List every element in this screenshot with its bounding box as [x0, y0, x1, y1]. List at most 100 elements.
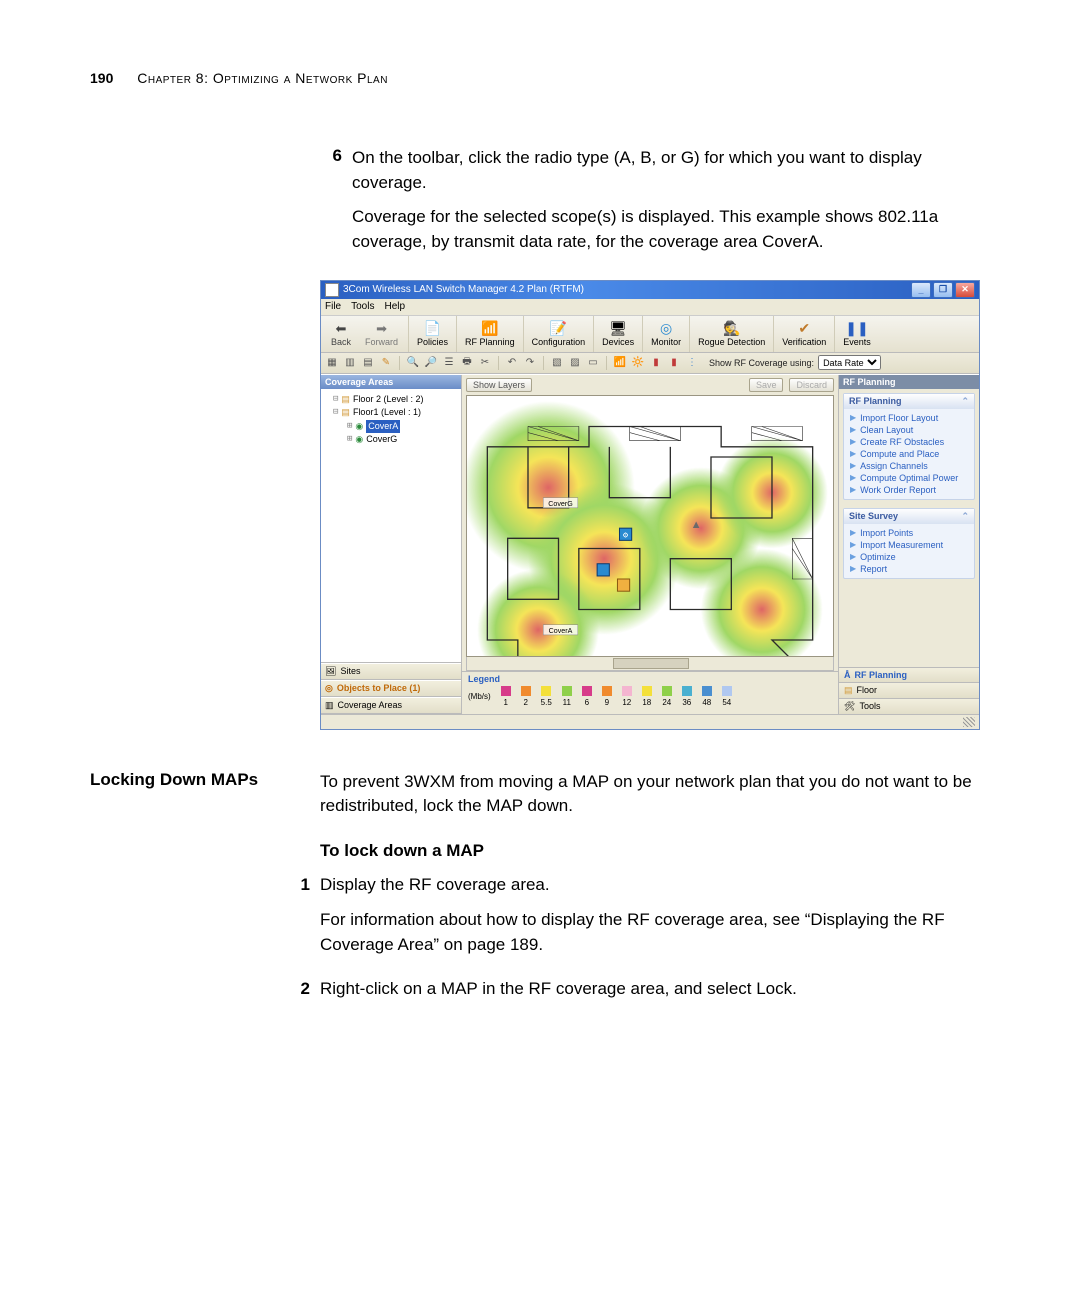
tool-icon[interactable]: 🔆: [631, 356, 645, 370]
tool-icon[interactable]: ▨: [568, 356, 582, 370]
legend-item: 11: [562, 686, 572, 707]
save-button[interactable]: Save: [749, 378, 784, 392]
signal-icon[interactable]: 📶: [613, 356, 627, 370]
right-pane: RF Planning RF Planning⌃ ▶Import Floor L…: [839, 375, 979, 714]
monitor-icon: ◎: [660, 321, 672, 337]
tool-icon[interactable]: ▮: [667, 356, 681, 370]
task-item[interactable]: ▶Work Order Report: [850, 484, 968, 496]
tree-coverA[interactable]: CoverA: [366, 420, 400, 434]
titlebar[interactable]: 3Com Wireless LAN Switch Manager 4.2 Pla…: [321, 281, 979, 299]
tb-configuration[interactable]: 📝Configuration: [524, 316, 595, 352]
tool-icon[interactable]: ▤: [361, 356, 375, 370]
floorplan-canvas[interactable]: ⚙ ▲ CoverG CoverA: [466, 395, 834, 657]
devices-icon: 🖥: [609, 321, 627, 337]
task-item[interactable]: ▶Clean Layout: [850, 424, 968, 436]
tree-floor2[interactable]: Floor 2 (Level : 2): [353, 393, 424, 407]
tb-policies[interactable]: 📄Policies: [409, 316, 457, 352]
floor-icon: ▤: [844, 685, 853, 696]
task-item[interactable]: ▶Report: [850, 563, 968, 575]
step-number: 2: [288, 977, 310, 1002]
minimize-button[interactable]: _: [911, 282, 931, 298]
show-layers-button[interactable]: Show Layers: [466, 378, 532, 392]
legend-item: 12: [622, 686, 632, 707]
resize-grip-icon[interactable]: [963, 717, 975, 727]
nav-back[interactable]: ⬅Back: [331, 321, 351, 347]
task-item[interactable]: ▶Create RF Obstacles: [850, 436, 968, 448]
app-icon: [325, 283, 339, 297]
tool-icon[interactable]: ✂: [478, 356, 492, 370]
collapse-icon[interactable]: ⌃: [961, 396, 969, 407]
task-group-rf: RF Planning⌃ ▶Import Floor Layout▶Clean …: [843, 393, 975, 500]
arrow-icon: ▶: [850, 437, 856, 446]
tb-rf-planning[interactable]: 📶RF Planning: [457, 316, 524, 352]
menu-file[interactable]: File: [325, 301, 341, 312]
maximize-button[interactable]: ❐: [933, 282, 953, 298]
tb-rogue[interactable]: 🕵Rogue Detection: [690, 316, 774, 352]
tool-icon[interactable]: ▥: [343, 356, 357, 370]
arrow-icon: ▶: [850, 425, 856, 434]
tb-verification[interactable]: ✔Verification: [774, 316, 835, 352]
legend-item: 48: [702, 686, 712, 707]
step-number: 1: [288, 873, 310, 898]
menu-help[interactable]: Help: [384, 301, 405, 312]
h-scrollbar[interactable]: [466, 657, 834, 671]
app-window: 3Com Wireless LAN Switch Manager 4.2 Pla…: [320, 280, 980, 730]
rf-icon: Å: [844, 670, 851, 680]
page-header: 190 Chapter 8: Optimizing a Network Plan: [90, 70, 990, 86]
coverage-dropdown[interactable]: Data Rate: [818, 355, 881, 370]
menu-tools[interactable]: Tools: [351, 301, 374, 312]
rtab-tools[interactable]: 🛠Tools: [839, 698, 979, 714]
tool-icon[interactable]: ✎: [379, 356, 393, 370]
legend: Legend (Mb/s) 125.51169121824364854: [462, 671, 838, 714]
legend-item: 1: [501, 686, 511, 707]
task-item[interactable]: ▶Import Measurement: [850, 539, 968, 551]
label-coverG: CoverG: [548, 499, 572, 507]
tab-sites[interactable]: 🖼Sites: [321, 663, 461, 680]
tool-icon[interactable]: ☰: [442, 356, 456, 370]
close-button[interactable]: ✕: [955, 282, 975, 298]
tool-icon[interactable]: ▧: [550, 356, 564, 370]
legend-item: 2: [521, 686, 531, 707]
tb-devices[interactable]: 🖥Devices: [594, 316, 643, 352]
tool-icon[interactable]: ▮: [649, 356, 663, 370]
tb-monitor[interactable]: ◎Monitor: [643, 316, 690, 352]
menubar: File Tools Help: [321, 299, 979, 316]
zoom-out-icon[interactable]: 🔎: [424, 356, 438, 370]
floor-icon: ▤: [341, 406, 350, 420]
verification-icon: ✔: [798, 321, 810, 337]
tool-icon[interactable]: ▦: [325, 356, 339, 370]
task-item[interactable]: ▶Compute and Place: [850, 448, 968, 460]
rogue-icon: 🕵: [723, 321, 740, 337]
print-icon[interactable]: 🖶: [460, 356, 474, 370]
discard-button[interactable]: Discard: [789, 378, 834, 392]
section-heading: Locking Down MAPs: [90, 770, 320, 1010]
task-item[interactable]: ▶Compute Optimal Power: [850, 472, 968, 484]
tg-title: Site Survey: [849, 511, 898, 521]
task-item[interactable]: ▶Assign Channels: [850, 460, 968, 472]
floor-icon: ▤: [341, 393, 350, 407]
tab-coverage[interactable]: ▥Coverage Areas: [321, 697, 461, 714]
legend-unit: (Mb/s): [468, 692, 491, 701]
tab-objects[interactable]: ◎Objects to Place (1): [321, 680, 461, 697]
tree-floor1[interactable]: Floor1 (Level : 1): [353, 406, 421, 420]
arrow-icon: ▶: [850, 552, 856, 561]
tree-coverG[interactable]: CoverG: [366, 433, 397, 447]
redo-icon[interactable]: ↷: [523, 356, 537, 370]
legend-item: 9: [602, 686, 612, 707]
rtab-rf[interactable]: ÅRF Planning: [839, 667, 979, 682]
task-item[interactable]: ▶Import Floor Layout: [850, 412, 968, 424]
sub-toolbar: ▦ ▥ ▤ ✎ 🔍 🔎 ☰ 🖶 ✂ ↶ ↷ ▧ ▨ ▭ 📶 🔆: [321, 353, 979, 374]
task-item[interactable]: ▶Optimize: [850, 551, 968, 563]
collapse-icon[interactable]: ⌃: [961, 511, 969, 522]
rtab-floor[interactable]: ▤Floor: [839, 682, 979, 698]
nav-forward[interactable]: ➡Forward: [365, 321, 398, 347]
task-item[interactable]: ▶Import Points: [850, 527, 968, 539]
undo-icon[interactable]: ↶: [505, 356, 519, 370]
svg-text:▲: ▲: [691, 519, 702, 531]
tool-icon[interactable]: ⋮: [685, 356, 699, 370]
legend-item: 18: [642, 686, 652, 707]
tb-events[interactable]: ❚❚Events: [835, 316, 879, 352]
zoom-in-icon[interactable]: 🔍: [406, 356, 420, 370]
coverage-tree[interactable]: ⊟▤Floor 2 (Level : 2) ⊟▤Floor1 (Level : …: [321, 389, 461, 662]
tool-icon[interactable]: ▭: [586, 356, 600, 370]
